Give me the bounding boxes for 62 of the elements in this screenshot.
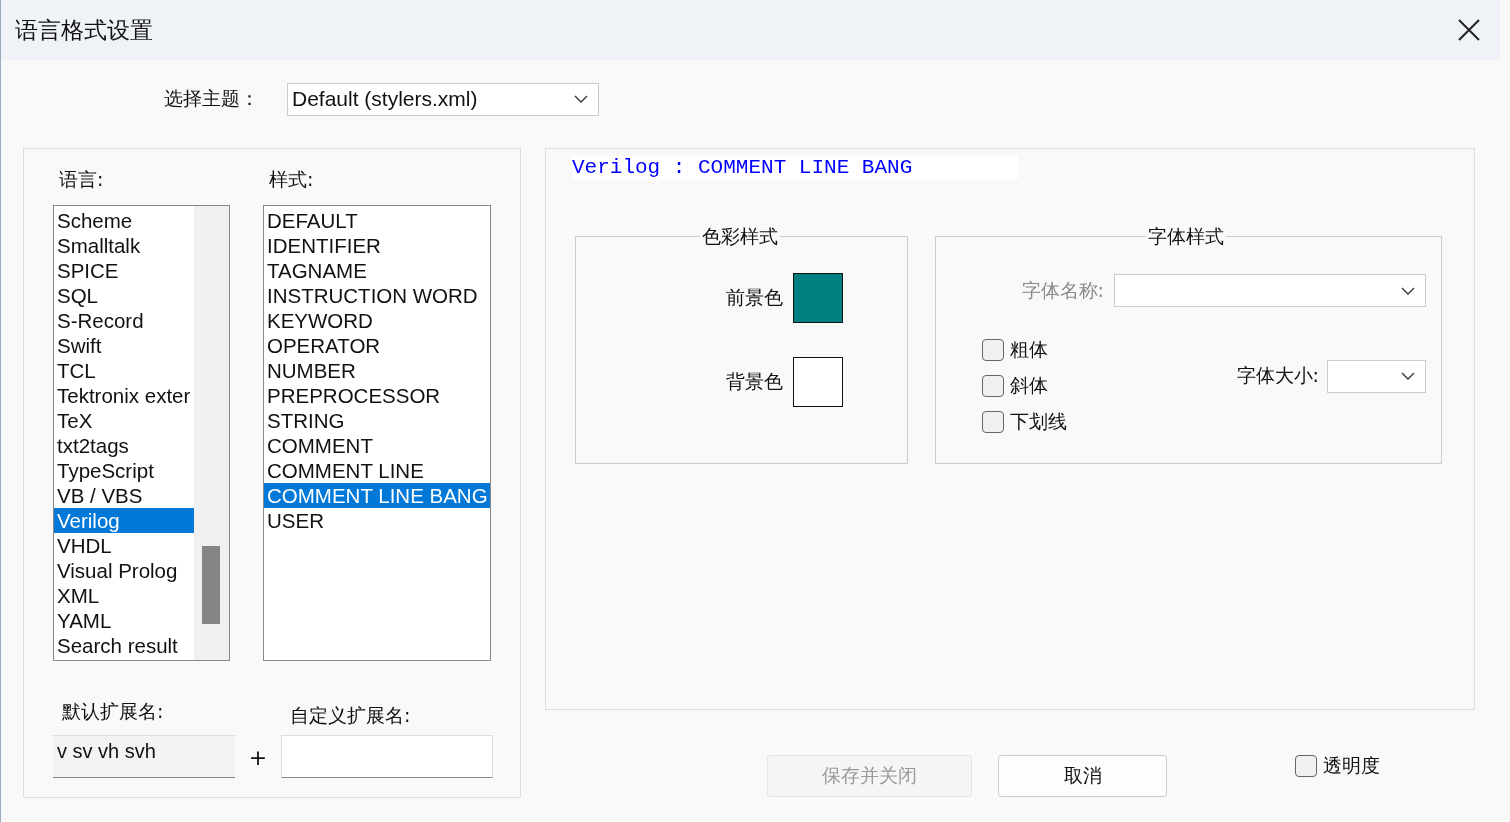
style-item[interactable]: IDENTIFIER	[264, 233, 490, 258]
style-item[interactable]: INSTRUCTION WORD	[264, 283, 490, 308]
foreground-swatch[interactable]	[793, 273, 843, 323]
style-checkbox[interactable]: 下划线	[982, 409, 1067, 435]
foreground-label: 前景色	[726, 285, 783, 310]
default-extension-field[interactable]: v sv vh svh	[53, 735, 235, 778]
style-item[interactable]: DEFAULT	[264, 208, 490, 233]
close-icon[interactable]	[1458, 19, 1480, 41]
language-item[interactable]: Visual Prolog	[54, 558, 194, 583]
language-item[interactable]: TCL	[54, 358, 194, 383]
default-extension-label: 默认扩展名:	[61, 699, 165, 724]
style-label: 样式:	[268, 167, 315, 192]
style-item[interactable]: OPERATOR	[264, 333, 490, 358]
chevron-icon	[1401, 372, 1415, 380]
language-item[interactable]: S-Record	[54, 308, 194, 333]
language-item[interactable]: VB / VBS	[54, 483, 194, 508]
theme-label: 选择主题：	[164, 86, 260, 111]
style-checkbox[interactable]: 粗体	[982, 337, 1067, 363]
language-item[interactable]: SQL	[54, 283, 194, 308]
language-item[interactable]: Search result	[54, 633, 194, 658]
window-title: 语言格式设置	[15, 15, 153, 45]
style-item[interactable]: NUMBER	[264, 358, 490, 383]
language-item[interactable]: XML	[54, 583, 194, 608]
background-swatch[interactable]	[793, 357, 843, 407]
font-name-label: 字体名称:	[1021, 277, 1104, 303]
style-preview: Verilog : COMMENT LINE BANG	[572, 156, 1018, 179]
chevron-icon	[574, 95, 588, 103]
language-item[interactable]: YAML	[54, 608, 194, 633]
chevron-icon	[1401, 286, 1415, 295]
scrollbar[interactable]	[194, 206, 229, 660]
style-item[interactable]: USER	[264, 508, 490, 533]
background-label: 背景色	[726, 369, 783, 394]
custom-extension-field[interactable]	[281, 735, 493, 778]
style-item[interactable]: STRING	[264, 408, 490, 433]
font-size-label: 字体大小:	[1236, 363, 1319, 388]
style-list[interactable]: DEFAULT IDENTIFIER TAGNAME INSTRUCTION WORD KEYWORD OPERATOR NUMBER PREPROCESSOR STRING COMMENT COMMENT LINE COMMENT LINE BANG USER	[263, 205, 491, 661]
style-item[interactable]: KEYWORD	[264, 308, 490, 333]
plus-sign: +	[247, 745, 269, 772]
style-item[interactable]: TAGNAME	[264, 258, 490, 283]
language-item[interactable]: Verilog	[54, 508, 194, 533]
language-item[interactable]: Smalltalk	[54, 233, 194, 258]
language-item[interactable]: Tektronix exter	[54, 383, 194, 408]
cancel-button[interactable]: 取消	[998, 755, 1167, 797]
language-item[interactable]: SPICE	[54, 258, 194, 283]
style-item[interactable]: COMMENT LINE	[264, 458, 490, 483]
language-item[interactable]: Swift	[54, 333, 194, 358]
language-item[interactable]: TeX	[54, 408, 194, 433]
style-item[interactable]: COMMENT LINE BANG	[264, 483, 490, 508]
language-item[interactable]: VHDL	[54, 533, 194, 558]
group-title: 色彩样式	[700, 224, 780, 248]
custom-extension-label: 自定义扩展名:	[289, 703, 412, 728]
language-item[interactable]: TypeScript	[54, 458, 194, 483]
language-item[interactable]: Scheme	[54, 208, 194, 233]
language-item[interactable]: txt2tags	[54, 433, 194, 458]
language-label: 语言:	[58, 167, 105, 192]
transparency-checkbox[interactable]: 透明度	[1295, 753, 1380, 779]
style-item[interactable]: COMMENT	[264, 433, 490, 458]
style-checkbox[interactable]: 斜体	[982, 373, 1067, 399]
theme-dropdown[interactable]: Default (stylers.xml)	[287, 82, 599, 116]
style-item[interactable]: PREPROCESSOR	[264, 383, 490, 408]
language-list[interactable]: Scheme Smalltalk SPICE SQL S-Record Swift TCL Tektronix exter TeX txt2tags TypeScript VB / VBS Verilog VHDL Visual Prolog XML YAML Search result	[53, 205, 230, 661]
group-title: 字体样式	[1146, 224, 1226, 248]
